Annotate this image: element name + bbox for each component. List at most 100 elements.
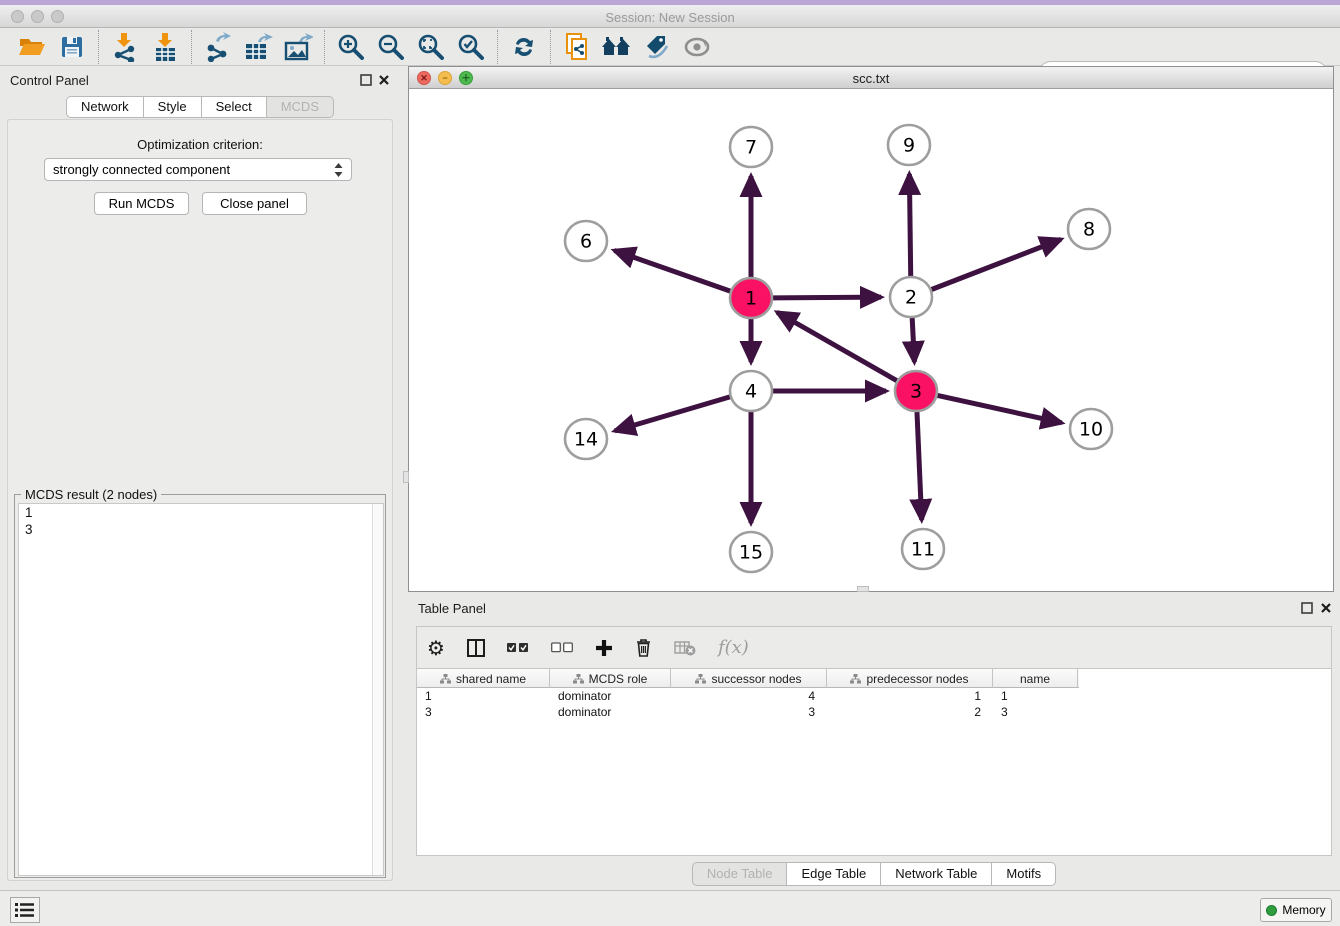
tab-motifs[interactable]: Motifs bbox=[992, 862, 1056, 886]
columns-icon[interactable] bbox=[467, 639, 485, 657]
tab-style[interactable]: Style bbox=[144, 96, 202, 118]
zoom-out-icon[interactable] bbox=[371, 31, 411, 63]
zoom-in-icon[interactable] bbox=[331, 31, 371, 63]
mcds-result-text[interactable]: 13 bbox=[18, 503, 384, 876]
main-toolbar bbox=[0, 28, 1340, 66]
table-cell[interactable]: 2 bbox=[827, 704, 993, 720]
tab-network-table[interactable]: Network Table bbox=[881, 862, 992, 886]
tab-node-table[interactable]: Node Table bbox=[692, 862, 788, 886]
graph-node-label: 8 bbox=[1083, 219, 1095, 241]
run-mcds-button[interactable]: Run MCDS bbox=[94, 192, 189, 215]
graph-edge-2-3[interactable] bbox=[912, 318, 914, 362]
graph-edge-3-11[interactable] bbox=[917, 412, 922, 520]
network-canvas[interactable]: 7968124314101511 bbox=[409, 89, 1333, 591]
close-panel-button[interactable]: Close panel bbox=[202, 192, 307, 215]
export-network-icon[interactable] bbox=[198, 31, 238, 63]
graph-node-label: 15 bbox=[739, 542, 763, 564]
import-table-icon[interactable] bbox=[145, 31, 185, 63]
table-cell[interactable]: 1 bbox=[417, 688, 550, 704]
status-bar: Memory bbox=[0, 890, 1340, 926]
save-icon[interactable] bbox=[52, 31, 92, 63]
select-none-icon[interactable] bbox=[551, 642, 573, 653]
table-header-row: shared name MCDS role successor nodes pr… bbox=[417, 669, 1079, 688]
tab-edge-table[interactable]: Edge Table bbox=[787, 862, 881, 886]
column-header-successor-nodes[interactable]: successor nodes bbox=[671, 669, 827, 688]
table-panel-header: Table Panel bbox=[408, 594, 1340, 620]
show-panels-list-button[interactable] bbox=[10, 897, 40, 923]
column-header-shared-name[interactable]: shared name bbox=[417, 669, 550, 688]
optimization-criterion-select[interactable]: strongly connected component bbox=[44, 158, 352, 181]
zoom-fit-icon[interactable] bbox=[411, 31, 451, 63]
refresh-icon[interactable] bbox=[504, 31, 544, 63]
mcds-result-title: MCDS result (2 nodes) bbox=[21, 487, 161, 502]
tab-network[interactable]: Network bbox=[66, 96, 144, 118]
column-label: name bbox=[1020, 672, 1050, 686]
table-row[interactable]: 3dominator323 bbox=[417, 704, 1331, 720]
table-cell[interactable]: 3 bbox=[993, 704, 1078, 720]
graph-edge-1-6[interactable] bbox=[614, 250, 730, 291]
graph-edge-1-2[interactable] bbox=[773, 297, 881, 298]
table-cell[interactable]: dominator bbox=[550, 704, 671, 720]
graph-node-label: 1 bbox=[745, 288, 757, 310]
graph-node-label: 4 bbox=[745, 381, 757, 403]
graph-edge-2-9[interactable] bbox=[909, 174, 910, 276]
window-title: Session: New Session bbox=[0, 10, 1340, 25]
delete-column-trash-icon[interactable] bbox=[635, 638, 652, 657]
function-builder-icon[interactable]: f(x) bbox=[718, 637, 749, 658]
close-table-panel-icon[interactable] bbox=[1320, 602, 1332, 614]
table-cell[interactable]: 1 bbox=[993, 688, 1078, 704]
table-cell[interactable]: dominator bbox=[550, 688, 671, 704]
column-label: MCDS role bbox=[589, 672, 648, 686]
tab-select[interactable]: Select bbox=[202, 96, 267, 118]
open-folder-icon[interactable] bbox=[12, 31, 52, 63]
close-panel-icon[interactable] bbox=[378, 74, 390, 86]
table-panel-title: Table Panel bbox=[418, 601, 486, 616]
scrollbar-grip-horizontal[interactable] bbox=[857, 586, 869, 592]
table-row[interactable]: 1dominator411 bbox=[417, 688, 1331, 704]
scrollbar-grip-vertical[interactable] bbox=[403, 471, 409, 483]
result-line: 1 bbox=[19, 504, 383, 521]
tab-mcds[interactable]: MCDS bbox=[267, 96, 334, 118]
float-panel-icon[interactable] bbox=[360, 74, 372, 86]
toolbar-separator bbox=[497, 30, 498, 64]
zoom-selected-icon[interactable] bbox=[451, 31, 491, 63]
hide-labels-icon[interactable] bbox=[637, 31, 677, 63]
export-table-icon[interactable] bbox=[238, 31, 278, 63]
gear-icon[interactable]: ⚙ bbox=[427, 638, 445, 658]
float-table-panel-icon[interactable] bbox=[1301, 602, 1313, 614]
copy-network-icon[interactable] bbox=[557, 31, 597, 63]
tree-icon bbox=[850, 674, 861, 684]
result-scrollbar[interactable] bbox=[372, 504, 383, 875]
toolbar-separator bbox=[98, 30, 99, 64]
table-cell[interactable]: 4 bbox=[671, 688, 827, 704]
toolbar-separator bbox=[550, 30, 551, 64]
column-header-mcds-role[interactable]: MCDS role bbox=[550, 669, 671, 688]
export-image-icon[interactable] bbox=[278, 31, 318, 63]
graph-edge-2-8[interactable] bbox=[932, 239, 1061, 289]
column-header-predecessor-nodes[interactable]: predecessor nodes bbox=[827, 669, 993, 688]
graph-node-label: 2 bbox=[905, 287, 917, 309]
network-window-titlebar[interactable]: ✕ − ＋ scc.txt bbox=[409, 67, 1333, 89]
tree-icon bbox=[440, 674, 451, 684]
select-all-checked-icon[interactable] bbox=[507, 642, 529, 653]
table-cell[interactable]: 3 bbox=[417, 704, 550, 720]
toolbar-separator bbox=[191, 30, 192, 64]
show-hide-panel-eye-icon[interactable] bbox=[677, 31, 717, 63]
table-cell[interactable]: 1 bbox=[827, 688, 993, 704]
column-label: predecessor nodes bbox=[866, 672, 968, 686]
memory-button[interactable]: Memory bbox=[1260, 898, 1332, 922]
chevron-updown-icon bbox=[334, 163, 343, 177]
node-table[interactable]: shared name MCDS role successor nodes pr… bbox=[416, 668, 1332, 856]
graph-edge-4-14[interactable] bbox=[615, 397, 730, 431]
control-panel-tabs: Network Style Select MCDS bbox=[0, 96, 400, 118]
add-column-icon[interactable] bbox=[595, 639, 613, 657]
graph-edge-3-10[interactable] bbox=[937, 395, 1061, 422]
graph-edge-3-1[interactable] bbox=[777, 312, 897, 380]
import-network-icon[interactable] bbox=[105, 31, 145, 63]
table-tabs: Node Table Edge Table Network Table Moti… bbox=[408, 862, 1340, 886]
column-header-name[interactable]: name bbox=[993, 669, 1078, 688]
table-cell[interactable]: 3 bbox=[671, 704, 827, 720]
delete-table-icon[interactable] bbox=[674, 640, 696, 656]
home-layout-icon[interactable] bbox=[597, 31, 637, 63]
app-titlebar: Session: New Session bbox=[0, 5, 1340, 28]
